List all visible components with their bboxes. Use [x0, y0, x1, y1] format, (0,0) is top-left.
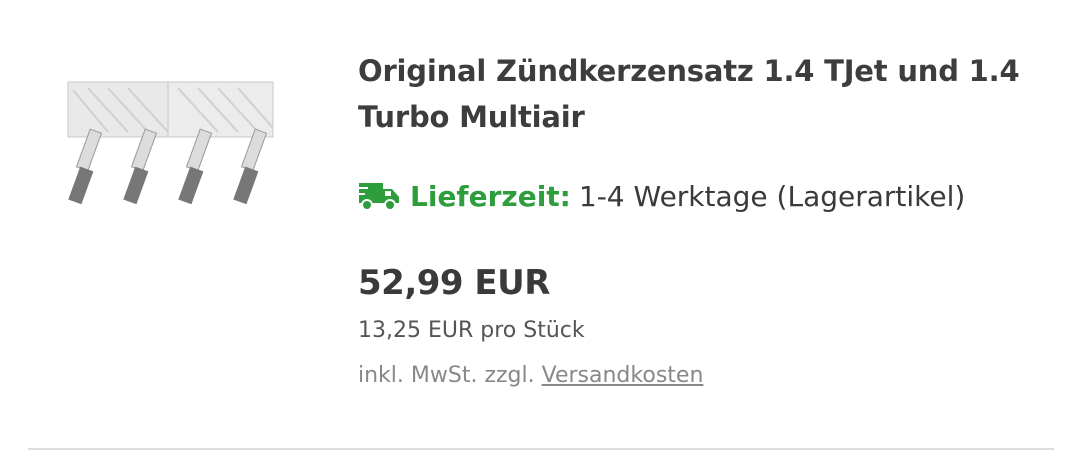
- divider: [28, 448, 1054, 450]
- tax-prefix: inkl. MwSt. zzgl.: [358, 363, 535, 388]
- tax-info: inkl. MwSt. zzgl. Versandkosten: [358, 363, 703, 388]
- delivery-label: Lieferzeit:: [410, 179, 571, 213]
- unit-price: 13,25 EUR pro Stück: [358, 318, 585, 343]
- product-image[interactable]: [28, 70, 298, 230]
- shipping-cost-link[interactable]: Versandkosten: [542, 363, 704, 388]
- truck-icon: [358, 179, 400, 213]
- product-info: Original Zündkerzensatz 1.4 TJet und 1.4…: [358, 48, 1058, 388]
- product-title[interactable]: Original Zündkerzensatz 1.4 TJet und 1.4…: [358, 48, 1038, 140]
- delivery-info: Lieferzeit: 1-4 Werktage (Lagerartikel): [358, 176, 965, 216]
- product-price: 52,99 EUR: [358, 263, 550, 303]
- spark-plugs-image: [67, 81, 274, 205]
- product-card: Original Zündkerzensatz 1.4 TJet und 1.4…: [0, 0, 1080, 453]
- delivery-value: 1-4 Werktage (Lagerartikel): [578, 179, 966, 213]
